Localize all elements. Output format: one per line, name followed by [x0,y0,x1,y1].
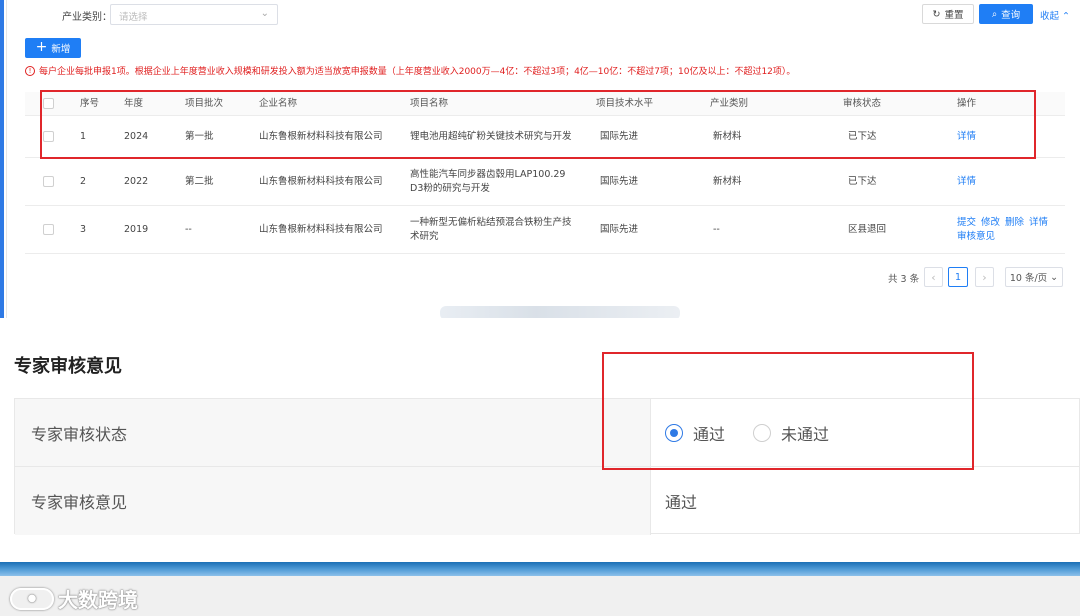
highlight-box-row-1 [40,90,1036,159]
search-icon: ⌕ [991,8,998,20]
watermark: ● 大数跨境 [10,584,138,613]
quota-notice-text: 每户企业每批申报1项。根据企业上年度营业收入规模和研发投入额为适当放宽申报数量（… [39,67,796,77]
watermark-logo-icon: ● [10,587,54,610]
pagination: 共 3 条 ‹ 1 › 10 条/页 ⌄ [0,266,1080,288]
cell-company: 山东鲁根新材料科技有限公司 [259,223,383,235]
quota-notice: ! 每户企业每批申报1项。根据企业上年度营业收入规模和研发投入额为适当放宽申报数… [25,64,795,77]
review-opinion-label: 专家审核意见 [15,467,651,535]
refresh-icon: ↻ [932,8,941,20]
query-button-label: 查询 [1001,10,1021,21]
cell-category: -- [713,223,720,235]
cell-year: 2022 [124,175,149,187]
category-select-placeholder: 请选择 [119,12,148,23]
chevron-down-icon: ⌄ [1050,271,1059,283]
cell-category: 新材料 [713,175,742,187]
add-button-label: 新增 [51,44,71,55]
review-opinion-value: 通过 [665,493,698,512]
cell-no: 3 [80,223,87,235]
project-list-panel: 产业类别： 请选择 ⌄ ↻ 重置 ⌕ 查询 收起 ⌃ + 新增 ! 每户企业每批… [0,0,1080,318]
add-button[interactable]: + 新增 [25,38,81,58]
row-checkbox[interactable] [43,224,54,235]
cell-batch: -- [185,223,192,235]
footer [0,576,1080,616]
warning-icon: ! [25,65,35,76]
cell-status: 已下达 [848,175,877,187]
cell-year: 2019 [124,223,149,235]
cell-project: 一种新型无偏析粘结预混合铁粉生产技术研究 [410,217,572,242]
submit-link[interactable]: 提交 [957,216,976,229]
cell-status: 区县退回 [848,223,887,235]
plus-icon: + [35,39,48,55]
cell-company: 山东鲁根新材料科技有限公司 [259,175,383,187]
highlight-box-review-status [602,352,974,470]
current-page-button[interactable]: 1 [948,267,968,287]
review-opinion-link[interactable]: 审核意见 [957,230,995,243]
chevron-up-icon: ⌃ [1062,11,1071,22]
page-size-select[interactable]: 10 条/页 ⌄ [1005,267,1063,287]
cell-level: 国际先进 [600,175,639,187]
reset-button[interactable]: ↻ 重置 [922,4,974,24]
collapse-link-label: 收起 [1040,11,1060,22]
detail-link[interactable]: 详情 [957,175,976,188]
cell-batch: 第二批 [185,175,214,187]
query-button[interactable]: ⌕ 查询 [979,4,1033,24]
chevron-down-icon: ⌄ [260,8,269,19]
edit-link[interactable]: 修改 [981,216,1000,229]
cell-level: 国际先进 [600,223,639,235]
row-checkbox[interactable] [43,176,54,187]
reset-button-label: 重置 [944,10,964,21]
cell-project: 高性能汽车同步器齿毂用LAP100.29 D3粉的研究与开发 [410,169,566,194]
filter-label: 产业类别： [62,12,112,23]
cell-no: 2 [80,175,87,187]
pagination-total: 共 3 条 [888,274,920,285]
table-row: 3 2019 -- 山东鲁根新材料科技有限公司 一种新型无偏析粘结预混合铁粉生产… [25,206,1065,254]
review-status-label: 专家审核状态 [15,399,651,466]
detail-link[interactable]: 详情 [1029,216,1048,229]
review-opinion-row: 专家审核意见 通过 [15,467,1079,535]
watermark-text: 大数跨境 [58,588,138,612]
page-size-label: 10 条/页 [1009,273,1048,284]
category-select[interactable]: 请选择 ⌄ [110,4,278,25]
expert-review-title: 专家审核意见 [14,356,122,377]
taskbar-stripe [0,562,1080,576]
table-row: 2 2022 第二批 山东鲁根新材料科技有限公司 高性能汽车同步器齿毂用LAP1… [25,158,1065,206]
prev-page-button[interactable]: ‹ [924,267,943,287]
collapse-link[interactable]: 收起 ⌃ [1040,8,1070,22]
delete-link[interactable]: 删除 [1005,216,1024,229]
next-page-button[interactable]: › [975,267,994,287]
